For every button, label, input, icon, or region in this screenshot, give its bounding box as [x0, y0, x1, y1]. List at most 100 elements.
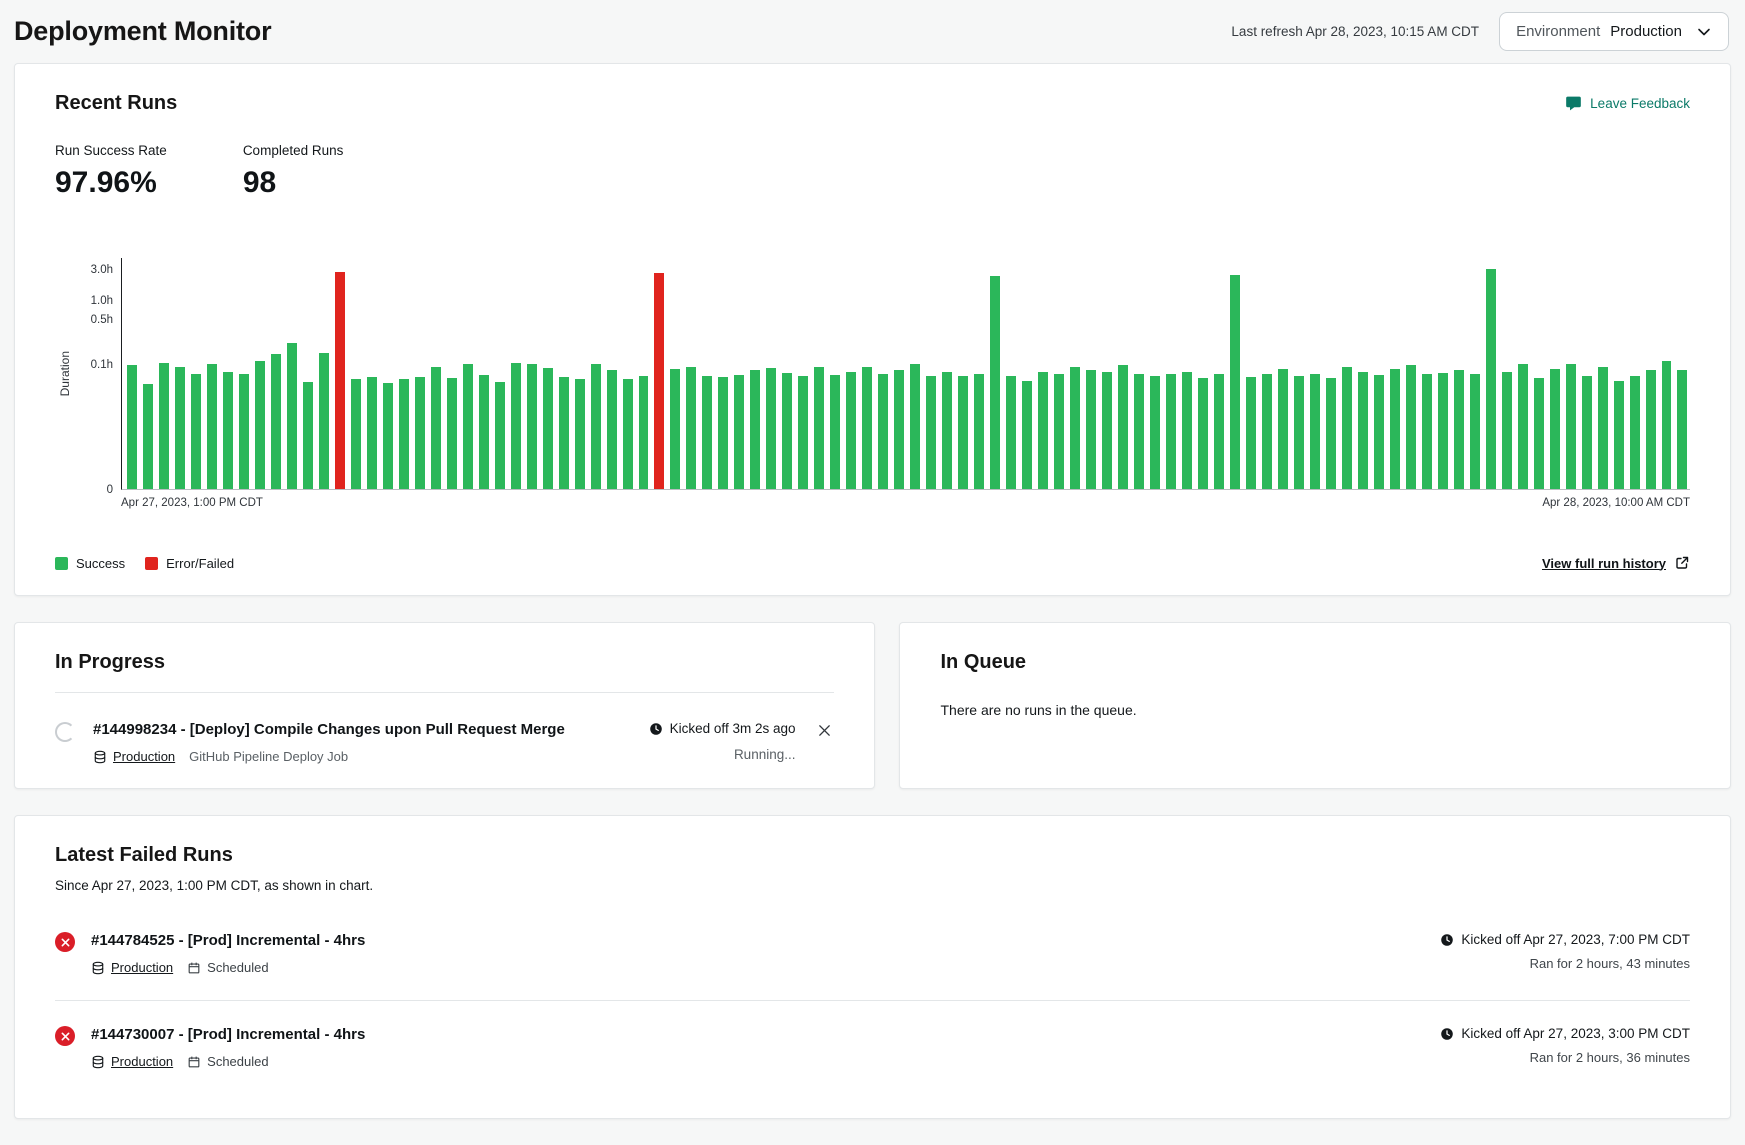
chart-bar-success[interactable]: [942, 372, 952, 489]
chart-bar-success[interactable]: [1134, 374, 1144, 489]
chart-bar-success[interactable]: [1677, 370, 1687, 489]
view-full-run-history-link[interactable]: View full run history: [1542, 555, 1690, 571]
chart-bar-success[interactable]: [1486, 269, 1496, 489]
chart-bar-success[interactable]: [159, 363, 169, 489]
chart-bar-success[interactable]: [718, 377, 728, 489]
chart-bar-success[interactable]: [1230, 275, 1240, 489]
environment-dropdown[interactable]: Environment Production: [1499, 12, 1729, 51]
chart-bar-success[interactable]: [367, 377, 377, 489]
chart-bar-success[interactable]: [1038, 372, 1048, 489]
chart-bar-success[interactable]: [798, 376, 808, 489]
chart-bar-success[interactable]: [1598, 367, 1608, 489]
chart-bar-success[interactable]: [255, 361, 265, 489]
chart-bar-success[interactable]: [1406, 365, 1416, 489]
chart-bar-success[interactable]: [175, 367, 185, 489]
chart-bar-success[interactable]: [1054, 374, 1064, 489]
environment-link[interactable]: Production: [111, 960, 173, 975]
chart-bar-success[interactable]: [1198, 378, 1208, 489]
chart-bar-success[interactable]: [1070, 367, 1080, 489]
chart-bar-success[interactable]: [351, 379, 361, 489]
chart-bar-success[interactable]: [910, 364, 920, 489]
chart-bar-success[interactable]: [1454, 370, 1464, 489]
chart-bar-success[interactable]: [1470, 374, 1480, 489]
chart-bar-success[interactable]: [1614, 381, 1624, 489]
chart-bar-success[interactable]: [447, 378, 457, 489]
chart-bar-success[interactable]: [750, 370, 760, 489]
chart-bar-success[interactable]: [1086, 370, 1096, 489]
chart-bar-success[interactable]: [846, 372, 856, 489]
chart-bar-success[interactable]: [623, 379, 633, 489]
chart-bar-success[interactable]: [1566, 364, 1576, 489]
chart-bar-success[interactable]: [527, 364, 537, 489]
chart-bar-success[interactable]: [814, 367, 824, 489]
chart-bar-success[interactable]: [271, 354, 281, 489]
chart-bar-error[interactable]: [335, 272, 345, 489]
chart-bar-success[interactable]: [830, 375, 840, 489]
chart-bar-success[interactable]: [1326, 378, 1336, 489]
chart-bar-success[interactable]: [1662, 361, 1672, 489]
chart-bar-success[interactable]: [1214, 374, 1224, 489]
chart-bar-success[interactable]: [495, 382, 505, 489]
chart-bar-success[interactable]: [1582, 376, 1592, 489]
environment-link[interactable]: Production: [111, 1054, 173, 1069]
chart-bar-success[interactable]: [191, 374, 201, 489]
chart-bar-success[interactable]: [766, 368, 776, 489]
chart-bar-success[interactable]: [1118, 365, 1128, 489]
chart-bar-success[interactable]: [1102, 372, 1112, 489]
environment-link[interactable]: Production: [113, 749, 175, 764]
chart-bar-success[interactable]: [1646, 370, 1656, 489]
chart-bar-success[interactable]: [415, 377, 425, 489]
chart-bar-success[interactable]: [686, 367, 696, 489]
chart-bar-success[interactable]: [575, 379, 585, 489]
chart-bar-success[interactable]: [1262, 374, 1272, 489]
chart-bar-success[interactable]: [591, 364, 601, 489]
chart-bar-success[interactable]: [1150, 376, 1160, 489]
chart-bar-success[interactable]: [1534, 378, 1544, 489]
chart-bar-success[interactable]: [1550, 369, 1560, 489]
chart-bar-success[interactable]: [1182, 372, 1192, 489]
chart-bar-success[interactable]: [223, 372, 233, 489]
chart-bar-success[interactable]: [878, 374, 888, 489]
chart-bar-success[interactable]: [303, 382, 313, 489]
chart-bar-success[interactable]: [1294, 376, 1304, 489]
chart-bar-success[interactable]: [702, 376, 712, 489]
chart-bar-success[interactable]: [926, 376, 936, 489]
chart-bar-success[interactable]: [1342, 367, 1352, 489]
chart-bar-success[interactable]: [782, 373, 792, 489]
chart-bar-success[interactable]: [383, 383, 393, 489]
chart-bar-success[interactable]: [143, 384, 153, 489]
chart-bar-success[interactable]: [958, 376, 968, 489]
chart-bar-success[interactable]: [207, 364, 217, 489]
chart-bar-success[interactable]: [894, 370, 904, 489]
dismiss-run-button[interactable]: [815, 721, 834, 740]
chart-bar-success[interactable]: [1246, 377, 1256, 489]
chart-bar-success[interactable]: [1278, 369, 1288, 489]
chart-bar-success[interactable]: [639, 376, 649, 489]
chart-bar-success[interactable]: [559, 377, 569, 489]
chart-bar-success[interactable]: [1438, 373, 1448, 489]
chart-bar-success[interactable]: [862, 367, 872, 489]
chart-bar-success[interactable]: [1006, 376, 1016, 489]
chart-bar-success[interactable]: [607, 370, 617, 489]
chart-bar-success[interactable]: [1358, 372, 1368, 489]
chart-bar-success[interactable]: [543, 368, 553, 489]
chart-bar-success[interactable]: [1502, 372, 1512, 489]
chart-bar-success[interactable]: [1390, 369, 1400, 489]
chart-bar-success[interactable]: [127, 365, 137, 489]
chart-bar-success[interactable]: [734, 375, 744, 489]
chart-bar-success[interactable]: [670, 369, 680, 489]
chart-bar-success[interactable]: [319, 353, 329, 489]
chart-bar-success[interactable]: [1630, 376, 1640, 489]
chart-bar-success[interactable]: [463, 364, 473, 489]
chart-bar-success[interactable]: [511, 363, 521, 489]
chart-bar-success[interactable]: [974, 374, 984, 489]
chart-bar-success[interactable]: [1374, 375, 1384, 489]
chart-bar-success[interactable]: [1022, 381, 1032, 489]
chart-bar-error[interactable]: [654, 273, 664, 489]
chart-bar-success[interactable]: [1166, 374, 1176, 489]
chart-bar-success[interactable]: [990, 276, 1000, 489]
chart-bar-success[interactable]: [239, 374, 249, 489]
chart-bar-success[interactable]: [399, 379, 409, 489]
chart-bar-success[interactable]: [1310, 374, 1320, 489]
chart-bar-success[interactable]: [479, 375, 489, 489]
